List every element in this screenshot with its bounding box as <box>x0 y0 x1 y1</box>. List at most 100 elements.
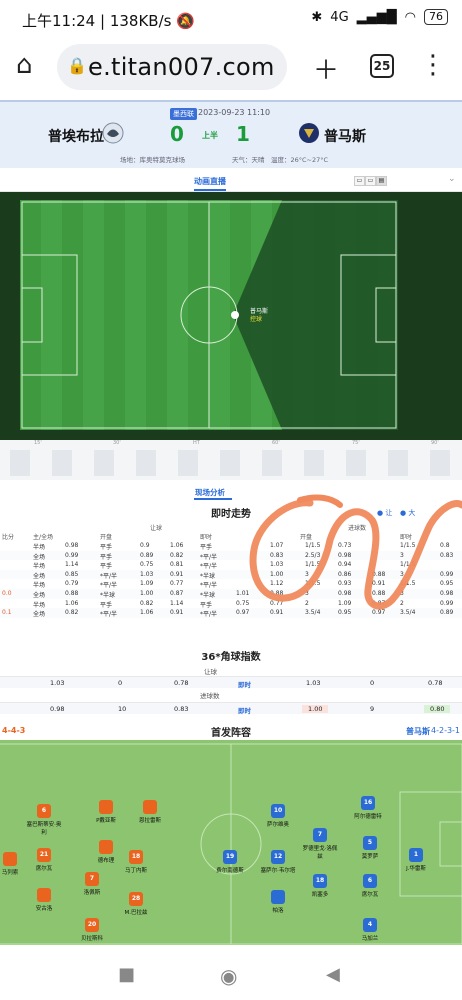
odds-cell: 0.99 <box>440 599 454 607</box>
odds-cell: 0.79 <box>65 580 79 588</box>
away-player[interactable]: 18 凯塞多 <box>300 874 340 898</box>
player-shirt-icon: 7 <box>85 872 99 886</box>
odds-cell: 0.93 <box>338 580 352 588</box>
away-player[interactable]: 6 席尔瓦 <box>350 874 390 898</box>
away-team-name[interactable]: 普马斯 <box>324 126 366 146</box>
odds-cell: 0.97 <box>236 609 250 617</box>
address-bar[interactable]: 🔒 e.titan007.com <box>57 44 287 90</box>
away-formation: 4-2-3-1 <box>431 726 461 735</box>
mute-bell-icon: 🔕 <box>176 12 195 30</box>
away-player[interactable]: 1 J.华雷斯 <box>396 848 436 872</box>
player-name: 萨尔维奥 <box>266 822 289 828</box>
away-player[interactable]: 4 马加兰 <box>350 918 390 942</box>
menu-kebab-icon[interactable]: ⋮ <box>420 50 446 80</box>
recent-apps-icon[interactable]: ■ <box>118 964 135 985</box>
back-icon[interactable]: ◀ <box>326 964 340 985</box>
col-score: 比分 <box>2 534 15 541</box>
home-team-crest-icon <box>102 122 124 144</box>
odds-row: 半场 0.79 *平/半 1.09 0.77 *平/半 1.12 1/1.5 0.93 0.91 1… <box>0 579 462 589</box>
corner-value: 9 <box>370 705 375 713</box>
new-tab-icon[interactable]: ＋ <box>313 50 339 87</box>
view-toggle-2[interactable]: ▭ <box>365 176 376 186</box>
away-player[interactable]: 5 莫罗萨 <box>350 836 390 860</box>
odds-cell: 1/1.5 <box>305 561 321 569</box>
home-player[interactable]: 20 贝拉斯科 <box>72 918 112 942</box>
odds-cell: 1.00 <box>270 570 284 578</box>
player-shirt-icon: 5 <box>363 836 377 850</box>
lineup-pitch: P戴亚斯 6 塞巴斯蒂安·奥利 德布理 恩拉雷斯 马列索 21 席尔瓦 7 洛佩斯 18 马丁内斯 安古… <box>0 740 462 945</box>
away-player[interactable]: 16 阿尔德雷特 <box>348 796 388 820</box>
home-team-name[interactable]: 普埃布拉 <box>48 126 104 146</box>
odds-cell: 1.14 <box>170 599 184 607</box>
away-player[interactable]: 12 塞萨尔·韦尔塔 <box>258 850 298 874</box>
tab-live-analysis[interactable]: 现场分析 <box>195 487 225 498</box>
col-opening-goals: 开盘 <box>300 534 313 541</box>
wifi-icon: ◠ <box>404 9 416 25</box>
bluetooth-icon: ✱ <box>311 9 323 25</box>
tab-switcher-button[interactable]: 25 <box>370 54 394 78</box>
away-player[interactable]: 10 萨尔维奥 <box>258 804 298 828</box>
odds-row: 半场 1.06 平手 0.82 1.14 平手 0.75 0.77 2 1.09 0.87 2 0.99 <box>0 598 462 609</box>
android-nav-bar: ■ ◉ ◀ <box>0 948 462 1000</box>
player-name: 贝拉斯科 <box>80 936 103 942</box>
odds-cell: 0.89 <box>440 609 454 617</box>
odds-cell: 0.98 <box>440 590 454 597</box>
odds-cell: 1.12 <box>270 580 284 588</box>
event-text: 控球 <box>250 315 262 323</box>
corner-handicap-label: 让球 <box>204 668 217 676</box>
view-toggle-3[interactable]: ▤ <box>376 176 387 186</box>
corner-live-label: 即时 <box>238 707 251 715</box>
odds-row: 半场 0.98 平手 0.9 1.06 平手 1.07 1/1.5 0.73 1/1.5 0.8 <box>0 541 462 551</box>
away-player[interactable]: 7 罗德里戈·洛佩兹 <box>300 828 340 860</box>
animation-pitch: 普马斯 控球 <box>0 192 462 440</box>
player-shirt-icon <box>143 800 157 814</box>
home-player[interactable]: P戴亚斯 <box>86 800 126 824</box>
player-name: 费尔南德斯 <box>216 868 244 874</box>
collapse-chevron-icon[interactable]: ⌄ <box>448 174 456 184</box>
player-name: M.巴拉兹 <box>124 910 148 916</box>
home-player[interactable]: 7 洛佩斯 <box>72 872 112 896</box>
player-shirt-icon: 21 <box>37 848 51 862</box>
odds-cell: 1.01 <box>236 590 250 597</box>
away-player[interactable]: 帕洛 <box>258 890 298 914</box>
player-shirt-icon: 19 <box>223 850 237 864</box>
home-player[interactable]: 恩拉雷斯 <box>130 800 170 824</box>
home-player[interactable]: 28 M.巴拉兹 <box>116 892 156 916</box>
away-player[interactable]: 19 费尔南德斯 <box>210 850 250 874</box>
home-player[interactable]: 18 马丁内斯 <box>116 850 156 874</box>
home-player[interactable]: 21 席尔瓦 <box>24 848 64 872</box>
odds-cell: 0.88 <box>372 590 386 597</box>
odds-cell: 0.87 <box>170 590 184 597</box>
home-icon[interactable]: ⌂ <box>16 50 33 80</box>
odds-cell: 2 <box>400 599 404 607</box>
col-live: 即时 <box>200 534 213 541</box>
corner-value: 0 <box>118 679 123 687</box>
tab-animation-live[interactable]: 动画直播 <box>194 176 226 191</box>
home-player[interactable]: 安古洛 <box>24 888 64 912</box>
corner-value: 0.98 <box>50 705 65 713</box>
odds-cell: 0.0 <box>2 590 12 597</box>
odds-cell: 0.88 <box>372 570 386 578</box>
home-score: 0 <box>170 122 184 146</box>
odds-cell: 1.03 <box>270 561 284 569</box>
signal-icon: ▂▄▆█ <box>356 9 397 25</box>
home-player[interactable]: 6 塞巴斯蒂安·奥利 <box>24 804 64 836</box>
player-name: 安古洛 <box>35 906 53 912</box>
odds-cell: 0.82 <box>140 599 154 607</box>
home-circle-icon[interactable]: ◉ <box>220 964 237 988</box>
tab-underline <box>194 498 232 500</box>
odds-cell: 3 <box>400 570 404 578</box>
timeline-mark: 90' <box>431 440 439 446</box>
asian-checkbox[interactable]: ● 让 <box>377 508 392 518</box>
odds-cell: 0.75 <box>140 561 154 569</box>
goals-checkbox[interactable]: ● 大 <box>400 508 415 518</box>
odds-cell: 2 <box>305 599 309 607</box>
odds-cell: 1/1.5 <box>305 542 321 549</box>
odds-cell: 1.06 <box>65 599 79 607</box>
view-toggle-1[interactable]: ▭ <box>354 176 365 186</box>
home-formation: 4-4-3 <box>2 726 26 735</box>
player-shirt-icon <box>271 890 285 904</box>
player-name: 马丁内斯 <box>124 868 147 874</box>
corner-value: 10 <box>118 705 127 713</box>
timeline-mark: 75' <box>352 440 360 446</box>
